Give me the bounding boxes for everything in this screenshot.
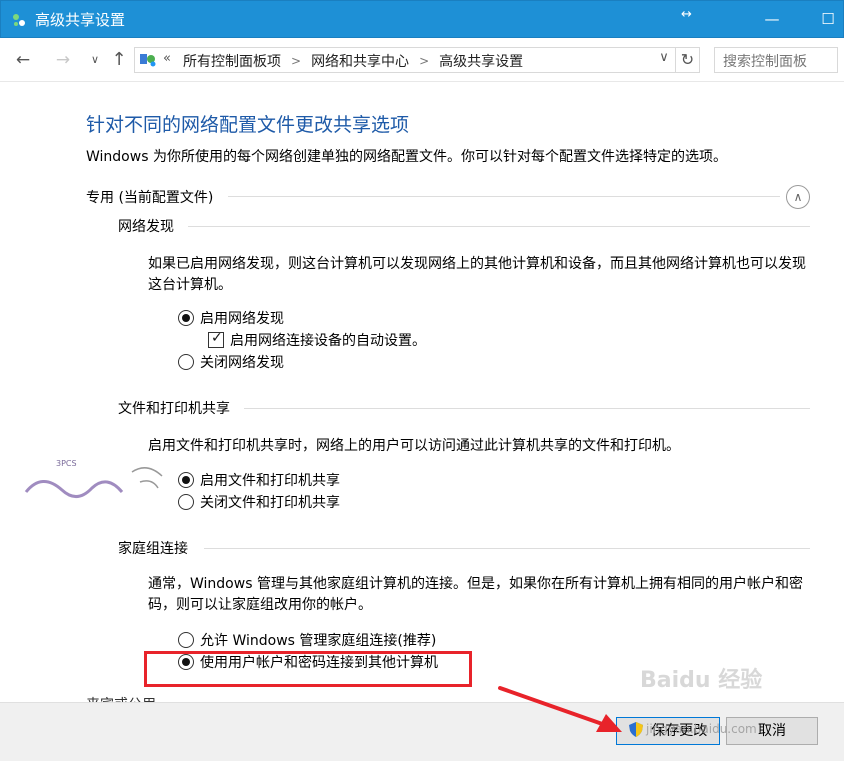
- file-printer-sharing-heading: 文件和打印机共享: [118, 401, 230, 417]
- option-label: 关闭网络发现: [200, 355, 284, 371]
- radio-disable-network-discovery[interactable]: 关闭网络发现: [178, 352, 284, 372]
- radio-button[interactable]: [178, 472, 194, 488]
- up-button[interactable]: ↑: [108, 50, 130, 70]
- divider: [204, 548, 810, 549]
- resize-cursor-icon: ↔: [681, 7, 692, 22]
- profile-label: 专用 (当前配置文件): [86, 190, 214, 206]
- search-input[interactable]: 搜索控制面板: [714, 47, 838, 73]
- navigation-bar: ← → ∨ ↑ « 所有控制面板项 > 网络和共享中心 > 高级共享设置 ∨ ↻…: [0, 38, 844, 82]
- control-panel-icon: [140, 54, 156, 67]
- network-discovery-heading: 网络发现: [118, 219, 174, 235]
- option-label: 关闭文件和打印机共享: [200, 495, 340, 511]
- chevron-right-icon[interactable]: >: [291, 54, 301, 68]
- address-dropdown-button[interactable]: ∨: [655, 50, 673, 70]
- recent-locations-button[interactable]: ∨: [84, 50, 106, 70]
- address-bar[interactable]: « 所有控制面板项 > 网络和共享中心 > 高级共享设置 ∨ ↻: [134, 47, 700, 73]
- private-profile-header[interactable]: 专用 (当前配置文件) ∧: [86, 184, 812, 209]
- breadcrumb-network-sharing-center[interactable]: 网络和共享中心: [311, 51, 409, 71]
- radio-button[interactable]: [178, 632, 194, 648]
- site-watermark-logo: 3PCS: [24, 459, 163, 498]
- main-content: 针对不同的网络配置文件更改共享选项 Windows 为你所使用的每个网络创建单独…: [0, 82, 844, 702]
- radio-disable-file-sharing[interactable]: 关闭文件和打印机共享: [178, 492, 340, 512]
- radio-button[interactable]: [178, 354, 194, 370]
- option-label: 启用网络连接设备的自动设置。: [230, 333, 426, 349]
- option-label: 启用文件和打印机共享: [200, 473, 340, 489]
- refresh-button[interactable]: ↻: [675, 48, 699, 72]
- network-discovery-description: 如果已启用网络发现，则这台计算机可以发现网络上的其他计算机和设备，而且其他网络计…: [148, 256, 806, 293]
- page-title: 针对不同的网络配置文件更改共享选项: [86, 114, 410, 136]
- breadcrumb-all-control-panel[interactable]: 所有控制面板项: [183, 51, 281, 71]
- checkbox[interactable]: [208, 330, 224, 348]
- radio-allow-windows-manage[interactable]: 允许 Windows 管理家庭组连接(推荐): [178, 630, 436, 650]
- chevron-right-icon[interactable]: >: [419, 54, 429, 68]
- maximize-button[interactable]: ☐: [813, 7, 843, 31]
- collapse-button[interactable]: ∧: [786, 185, 810, 209]
- homegroup-description: 通常，Windows 管理与其他家庭组计算机的连接。但是，如果你在所有计算机上拥…: [148, 576, 803, 613]
- minimize-button[interactable]: —: [757, 7, 787, 31]
- watermark-text: 3PCS: [56, 459, 77, 468]
- option-label: 允许 Windows 管理家庭组连接(推荐): [200, 633, 437, 649]
- title-bar: 高级共享设置 ↔ — ☐: [0, 0, 844, 38]
- breadcrumb: 所有控制面板项 > 网络和共享中心 > 高级共享设置: [183, 51, 523, 71]
- network-icon: [13, 14, 25, 26]
- highlight-annotation-box: [144, 651, 472, 687]
- radio-button[interactable]: [178, 310, 194, 326]
- divider: [188, 226, 810, 227]
- homegroup-heading: 家庭组连接: [118, 541, 188, 557]
- file-printer-sharing-description: 启用文件和打印机共享时，网络上的用户可以访问通过此计算机共享的文件和打印机。: [148, 438, 680, 454]
- address-prefix: «: [163, 51, 171, 66]
- red-arrow-annotation: [498, 686, 622, 732]
- radio-button[interactable]: [178, 494, 194, 510]
- breadcrumb-advanced-sharing[interactable]: 高级共享设置: [439, 51, 523, 71]
- divider: [244, 408, 810, 409]
- window-title: 高级共享设置: [35, 11, 126, 29]
- divider: [228, 196, 780, 197]
- radio-enable-file-sharing[interactable]: 启用文件和打印机共享: [178, 470, 340, 490]
- guest-public-profile-header[interactable]: 来宾或公用: [86, 694, 156, 702]
- back-button[interactable]: ←: [12, 50, 34, 70]
- radio-enable-network-discovery[interactable]: 启用网络发现: [178, 308, 284, 328]
- option-label: 启用网络发现: [200, 311, 284, 327]
- page-description: Windows 为你所使用的每个网络创建单独的网络配置文件。你可以针对每个配置文…: [86, 149, 727, 165]
- forward-button[interactable]: →: [52, 50, 74, 70]
- baidu-watermark-url: jingyan.baidu.com: [646, 722, 757, 736]
- baidu-watermark: Baidu 经验: [640, 668, 763, 693]
- checkbox-auto-setup[interactable]: 启用网络连接设备的自动设置。: [208, 330, 426, 350]
